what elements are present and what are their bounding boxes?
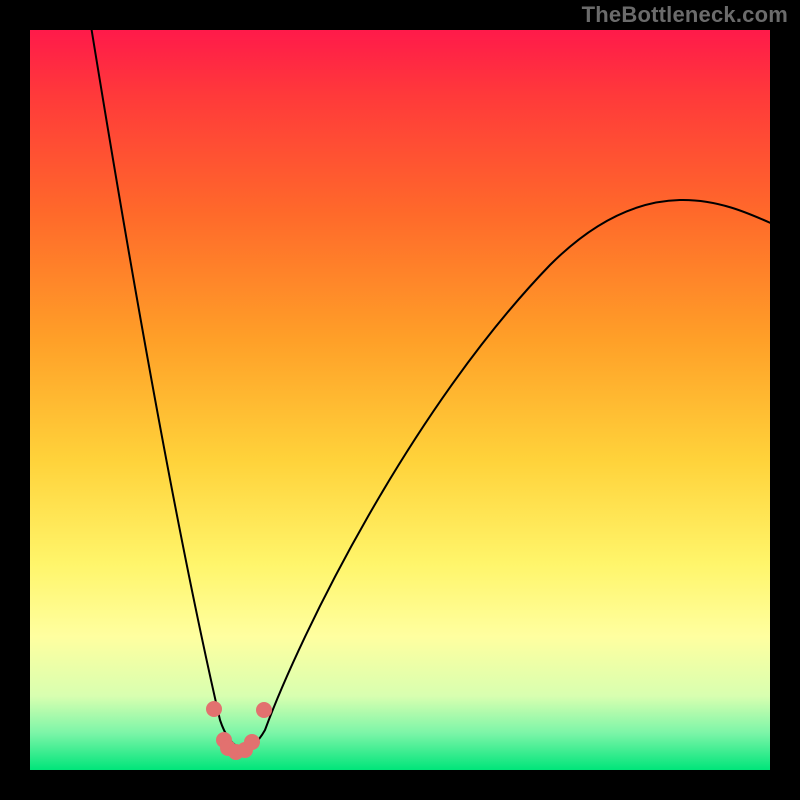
data-point <box>256 702 272 718</box>
data-point <box>244 734 260 750</box>
chart-svg <box>30 30 770 770</box>
watermark-text: TheBottleneck.com <box>582 2 788 28</box>
data-point <box>206 701 222 717</box>
marker-group <box>206 701 272 760</box>
chart-plot-area <box>30 30 770 770</box>
bottleneck-curve <box>90 20 775 748</box>
